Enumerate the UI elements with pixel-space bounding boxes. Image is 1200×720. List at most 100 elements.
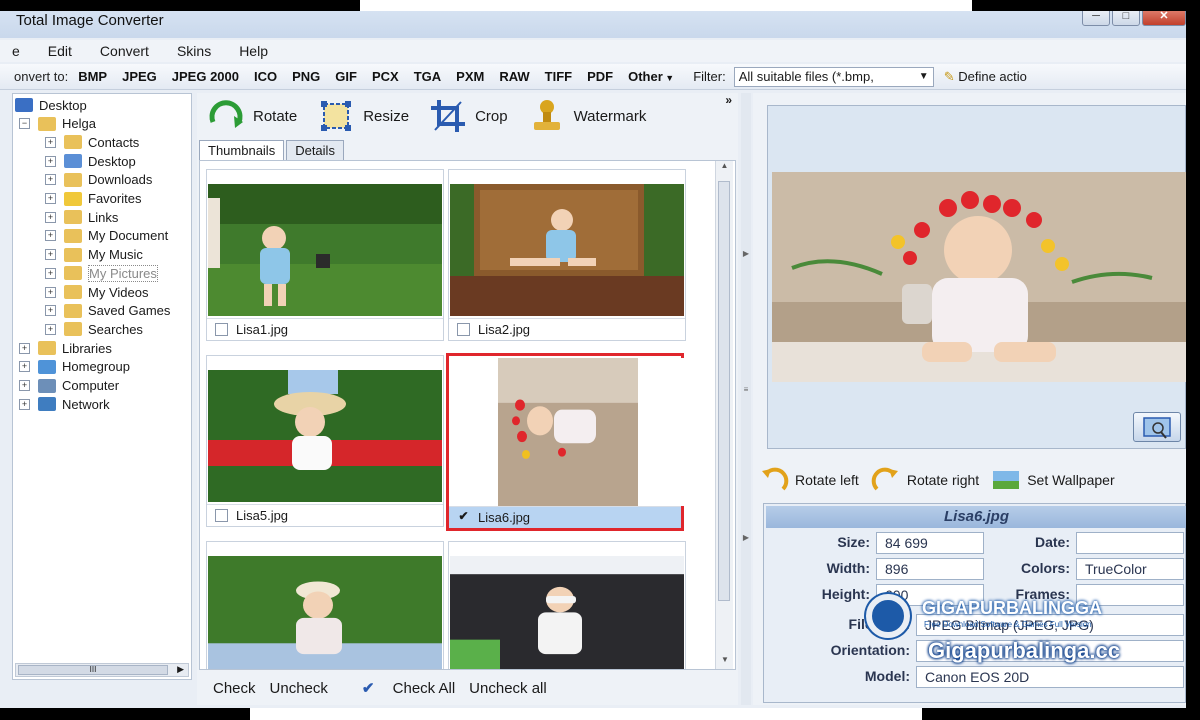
menu-skins[interactable]: Skins — [163, 43, 225, 59]
rotate-left-icon — [762, 467, 789, 491]
thumbnail-checkbox[interactable] — [215, 323, 228, 336]
format-jpeg[interactable]: JPEG — [122, 69, 157, 84]
define-action-button[interactable]: ✎ Define actio — [944, 69, 1027, 85]
crop-label: Crop — [475, 107, 508, 125]
tree-item[interactable]: + Computer — [19, 377, 119, 395]
set-wallpaper-button[interactable]: Set Wallpaper — [991, 467, 1115, 493]
thumbnail-card-selected[interactable]: ✔ Lisa6.jpg — [446, 353, 684, 531]
collapse-left-icon[interactable]: ▶ — [742, 249, 750, 263]
toolbar-overflow-icon[interactable]: » — [725, 93, 732, 107]
menu-help[interactable]: Help — [225, 43, 282, 59]
expand-icon[interactable]: + — [45, 136, 56, 148]
format-pxm[interactable]: PXM — [456, 69, 484, 84]
tree-item[interactable]: + Saved Games — [45, 302, 170, 320]
thumbnail-checkbox[interactable] — [215, 509, 228, 522]
network-icon — [38, 397, 56, 412]
rotate-left-button[interactable]: Rotate left — [759, 467, 859, 493]
tab-details[interactable]: Details — [286, 140, 344, 160]
scroll-down-icon[interactable]: ▼ — [716, 655, 734, 669]
uncheck-button[interactable]: Uncheck — [270, 680, 328, 697]
tree-item[interactable]: + Downloads — [45, 171, 152, 189]
expand-icon[interactable]: + — [45, 305, 56, 317]
format-pcx[interactable]: PCX — [372, 69, 399, 84]
thumbnail-card[interactable] — [448, 541, 686, 669]
tree-item[interactable]: + My Videos — [45, 283, 148, 301]
rotate-button[interactable]: Rotate — [207, 98, 297, 134]
scrollbar-thumb[interactable]: III — [18, 665, 168, 675]
thumbnail-card[interactable]: Lisa5.jpg — [206, 355, 444, 527]
tab-thumbnails[interactable]: Thumbnails — [199, 140, 285, 160]
thumbnail-caption: Lisa2.jpg — [449, 318, 685, 340]
thumbnail-vertical-scrollbar[interactable]: ▲ ▼ — [715, 161, 733, 669]
filter-select[interactable]: All suitable files (*.bmp, ▼ — [733, 66, 934, 87]
menu-convert[interactable]: Convert — [86, 43, 163, 59]
format-png[interactable]: PNG — [292, 69, 320, 84]
tree-item-label: My Document — [88, 228, 169, 244]
tree-item[interactable]: + Network — [19, 395, 110, 413]
frame-border-top-right — [972, 0, 1200, 11]
scroll-right-icon[interactable]: ▶ — [177, 664, 184, 675]
thumbnail-card[interactable]: Lisa2.jpg — [448, 169, 686, 341]
format-tga[interactable]: TGA — [414, 69, 441, 84]
tree-item[interactable]: + Libraries — [19, 339, 112, 357]
zoom-preview-button[interactable] — [1133, 412, 1181, 442]
format-tiff[interactable]: TIFF — [545, 69, 572, 84]
expand-icon[interactable]: + — [45, 230, 56, 242]
tree-item[interactable]: + My Music — [45, 246, 143, 264]
menu-edit[interactable]: Edit — [34, 43, 86, 59]
check-button[interactable]: Check — [213, 680, 256, 697]
format-other[interactable]: Other ▼ — [628, 69, 674, 84]
expand-icon[interactable]: + — [45, 193, 56, 204]
format-bmp[interactable]: BMP — [78, 69, 107, 84]
tree-item[interactable]: Desktop — [15, 96, 87, 114]
tree-horizontal-scrollbar[interactable]: III ▶ — [15, 663, 189, 677]
folder-tree: Desktop − Helga + Contacts + Desktop + Downloads… — [12, 93, 192, 680]
tree-item[interactable]: + Desktop — [45, 152, 136, 170]
expand-icon[interactable]: + — [45, 211, 56, 223]
rotate-right-button[interactable]: Rotate right — [871, 467, 979, 493]
expand-icon[interactable]: + — [45, 155, 56, 167]
wand-icon: ✎ — [943, 68, 955, 84]
format-raw[interactable]: RAW — [499, 69, 529, 84]
splitter-grip-icon[interactable]: ≡ — [742, 385, 750, 399]
expand-icon[interactable]: + — [45, 323, 56, 335]
tree-item[interactable]: + Favorites — [45, 190, 141, 208]
tree-item[interactable]: + Contacts — [45, 133, 139, 151]
expand-icon[interactable]: + — [45, 174, 56, 186]
tree-item[interactable]: + Searches — [45, 320, 143, 338]
tree-item-label: Contacts — [88, 134, 140, 150]
tree-item[interactable]: + My Document — [45, 227, 168, 245]
menu-file[interactable]: e — [0, 43, 34, 59]
format-jpeg2000[interactable]: JPEG 2000 — [172, 69, 239, 84]
thumbnail-card[interactable] — [206, 541, 444, 669]
tree-item[interactable]: + Links — [45, 208, 118, 226]
crop-button[interactable]: Crop — [429, 98, 508, 134]
scrollbar-thumb[interactable] — [718, 181, 730, 601]
check-all-button[interactable]: ✔ Check All — [348, 679, 455, 697]
expand-icon[interactable]: + — [19, 398, 30, 410]
pane-splitter[interactable]: ▶ ≡ ▶ — [741, 93, 751, 705]
expand-icon[interactable]: + — [45, 286, 56, 298]
collapse-icon[interactable]: − — [19, 118, 30, 130]
expand-icon[interactable]: + — [45, 267, 56, 279]
expand-icon[interactable]: + — [19, 361, 30, 373]
format-pdf[interactable]: PDF — [587, 69, 613, 84]
expand-icon[interactable]: + — [45, 249, 56, 261]
height-label: Height: — [821, 586, 870, 602]
watermark-brand: GIGAPURBALINGGA — [922, 598, 1102, 618]
collapse-right-icon[interactable]: ▶ — [742, 533, 750, 547]
expand-icon[interactable]: + — [19, 342, 30, 354]
resize-button[interactable]: Resize — [317, 98, 409, 134]
expand-icon[interactable]: + — [19, 380, 30, 391]
watermark-button[interactable]: Watermark — [528, 98, 646, 134]
scroll-up-icon[interactable]: ▲ — [716, 161, 733, 175]
uncheck-all-button[interactable]: Uncheck all — [469, 680, 547, 697]
tree-item[interactable]: − Helga — [19, 115, 96, 133]
thumbnail-checkbox-checked[interactable]: ✔ — [457, 510, 470, 524]
format-ico[interactable]: ICO — [254, 69, 277, 84]
thumbnail-checkbox[interactable] — [457, 323, 470, 336]
thumbnail-card[interactable]: Lisa1.jpg — [206, 169, 444, 341]
tree-item[interactable]: + Homegroup — [19, 358, 130, 376]
format-gif[interactable]: GIF — [335, 69, 357, 84]
tree-item[interactable]: + My Pictures — [45, 264, 158, 282]
